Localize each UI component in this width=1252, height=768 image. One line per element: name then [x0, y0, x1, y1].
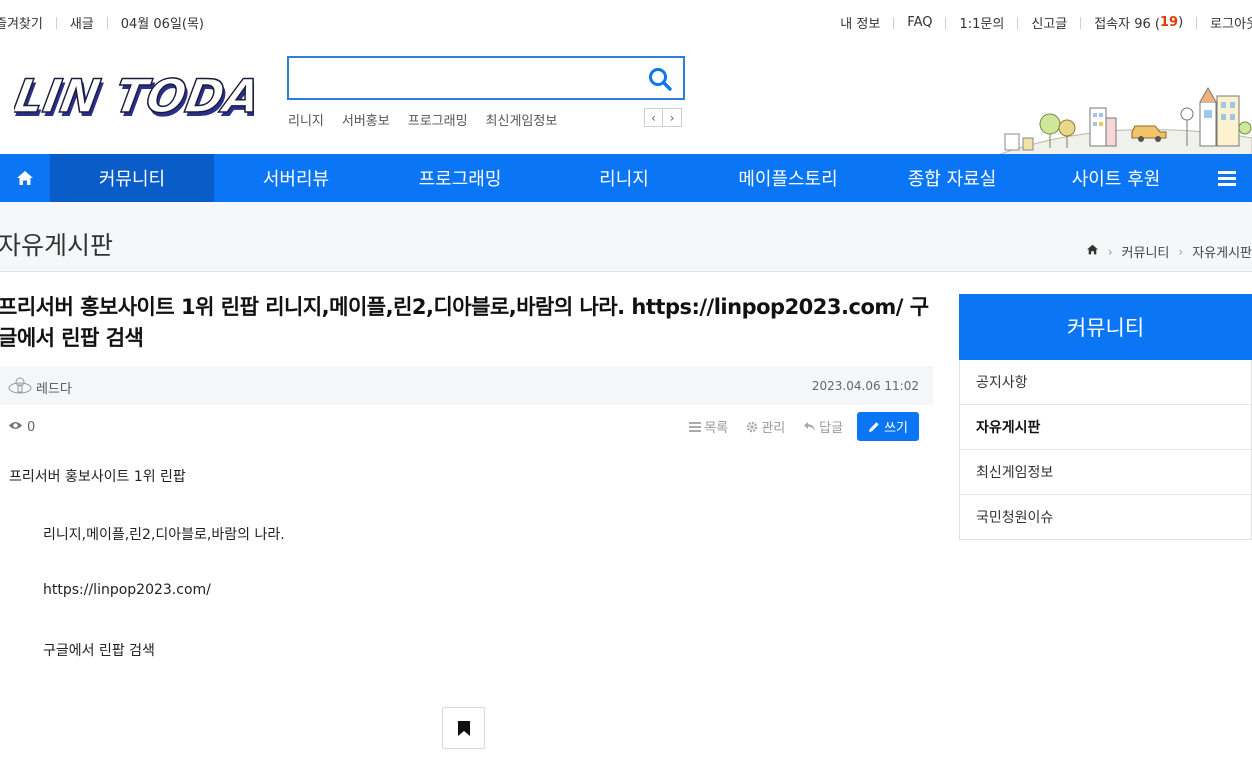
breadcrumb: › 커뮤니티 › 자유게시판	[1086, 242, 1252, 261]
site-logo[interactable]: LIN TODAY LIN TODAY	[9, 60, 299, 130]
menu-icon[interactable]	[1202, 154, 1252, 202]
post-date: 2023.04.06 11:02	[811, 379, 919, 393]
top-utility-bar: 즐겨찾기 새글 04월 06일(목) 내 정보 FAQ 1:1문의 신고글 접속…	[0, 0, 1252, 44]
write-label: 쓰기	[884, 421, 908, 436]
reported-posts-link[interactable]: 신고글	[1031, 13, 1067, 32]
post-author[interactable]: 레드다	[8, 376, 72, 398]
top-links-left: 즐겨찾기 새글 04월 06일(목)	[0, 13, 204, 32]
nav-item-archive[interactable]: 종합 자료실	[870, 154, 1034, 202]
divider	[55, 16, 57, 29]
divider	[1196, 16, 1198, 29]
search-input[interactable]	[289, 58, 653, 98]
page-title: 자유게시판	[0, 231, 114, 260]
keyword-pager: ‹ ›	[644, 108, 682, 127]
sidebar-item-notice[interactable]: 공지사항	[960, 360, 1251, 405]
town-illustration	[995, 86, 1252, 156]
main-navigation: 커뮤니티 서버리뷰 프로그래밍 리니지 메이플스토리 종합 자료실 사이트 후원	[0, 154, 1252, 202]
body-line: 프리서버 홍보사이트 1위 린팝	[9, 469, 186, 485]
sidebar: 커뮤니티 공지사항 자유게시판 최신게임정보 국민청원이슈	[959, 294, 1252, 540]
breadcrumb-community[interactable]: 커뮤니티	[1122, 242, 1170, 261]
body-line: 리니지,메이플,린2,디아블로,바람의 나라.	[43, 527, 285, 543]
bookmark-button[interactable]	[442, 707, 485, 749]
chevron-right-icon[interactable]: ›	[663, 108, 682, 127]
reply-label: 답글	[819, 421, 844, 436]
page-header: 자유게시판 › 커뮤니티 › 자유게시판	[0, 202, 1252, 272]
bookmark-link[interactable]: 즐겨찾기	[0, 13, 43, 32]
bookmark-icon	[457, 720, 470, 736]
gear-icon	[747, 421, 758, 432]
manage-button[interactable]: 관리	[746, 417, 785, 436]
nav-item-support[interactable]: 사이트 후원	[1034, 154, 1198, 202]
sidebar-menu: 공지사항 자유게시판 최신게임정보 국민청원이슈	[959, 360, 1252, 540]
keyword-link[interactable]: 프로그래밍	[408, 110, 468, 129]
breadcrumb-free-board[interactable]: 자유게시판	[1192, 242, 1252, 261]
divider	[1017, 16, 1019, 29]
home-icon[interactable]	[0, 154, 50, 202]
divider	[945, 16, 947, 29]
popular-keywords: 리니지 서버홍보 프로그래밍 최신게임정보	[288, 110, 575, 129]
sidebar-item-game-news[interactable]: 최신게임정보	[960, 450, 1251, 495]
search-box	[287, 56, 685, 100]
top-links-right: 내 정보 FAQ 1:1문의 신고글 접속자 96 (19) 로그아웃	[840, 13, 1252, 32]
today-date: 04월 06일(목)	[120, 17, 205, 32]
post-views: 0	[8, 420, 35, 435]
write-button[interactable]: 쓰기	[857, 412, 919, 441]
sidebar-title: 커뮤니티	[959, 294, 1252, 360]
author-name: 레드다	[36, 381, 72, 397]
list-icon	[689, 421, 702, 432]
visitors-close: )	[1178, 15, 1184, 30]
my-info-link[interactable]: 내 정보	[840, 13, 880, 32]
nav-item-lineage[interactable]: 리니지	[542, 154, 706, 202]
visitors-count: 19	[1159, 15, 1179, 30]
reply-button[interactable]: 답글	[803, 417, 843, 436]
search-icon[interactable]	[647, 66, 673, 92]
nav-item-programming[interactable]: 프로그래밍	[378, 154, 542, 202]
keyword-link[interactable]: 서버홍보	[342, 110, 390, 129]
pencil-icon	[869, 421, 879, 432]
visitors-link[interactable]: 접속자 96 (19)	[1094, 13, 1183, 32]
view-count: 0	[27, 420, 36, 435]
sidebar-item-petition[interactable]: 국민청원이슈	[960, 495, 1251, 539]
visitors-label: 접속자 96 (	[1094, 17, 1160, 32]
eye-icon	[8, 420, 27, 435]
user-icon	[8, 376, 32, 398]
logo-graphic: LIN TODAY LIN TODAY	[9, 69, 299, 127]
post-actions: 목록 관리 답글 쓰기	[671, 412, 919, 441]
list-label: 목록	[704, 421, 729, 436]
home-icon[interactable]	[1086, 244, 1099, 259]
list-button[interactable]: 목록	[689, 417, 728, 436]
keyword-link[interactable]: 최신게임정보	[486, 110, 558, 129]
body-line: 구글에서 린팝 검색	[43, 643, 155, 659]
faq-link[interactable]: FAQ	[907, 15, 932, 30]
divider	[1080, 16, 1082, 29]
chevron-left-icon[interactable]: ‹	[644, 108, 663, 127]
post-title: 프리서버 홍보사이트 1위 린팝 리니지,메이플,린2,디아블로,바람의 나라.…	[0, 295, 929, 350]
nav-item-server-review[interactable]: 서버리뷰	[214, 154, 378, 202]
chevron-right-icon: ›	[1107, 244, 1113, 259]
divider	[106, 16, 108, 29]
divider	[893, 16, 895, 29]
body-link[interactable]: https://linpop2023.com/	[43, 582, 211, 598]
new-posts-link[interactable]: 새글	[70, 13, 94, 32]
sidebar-item-free-board[interactable]: 자유게시판	[960, 405, 1251, 450]
reply-icon	[804, 422, 816, 431]
manage-label: 관리	[761, 421, 786, 436]
keyword-link[interactable]: 리니지	[288, 110, 324, 129]
chevron-right-icon: ›	[1178, 244, 1184, 259]
logo-text: LIN TODAY	[14, 69, 254, 123]
post-meta: 레드다 2023.04.06 11:02	[0, 366, 933, 405]
logout-link[interactable]: 로그아웃	[1210, 13, 1252, 32]
nav-item-maplestory[interactable]: 메이플스토리	[706, 154, 870, 202]
nav-item-community[interactable]: 커뮤니티	[50, 154, 214, 202]
inquiry-link[interactable]: 1:1문의	[959, 13, 1004, 32]
